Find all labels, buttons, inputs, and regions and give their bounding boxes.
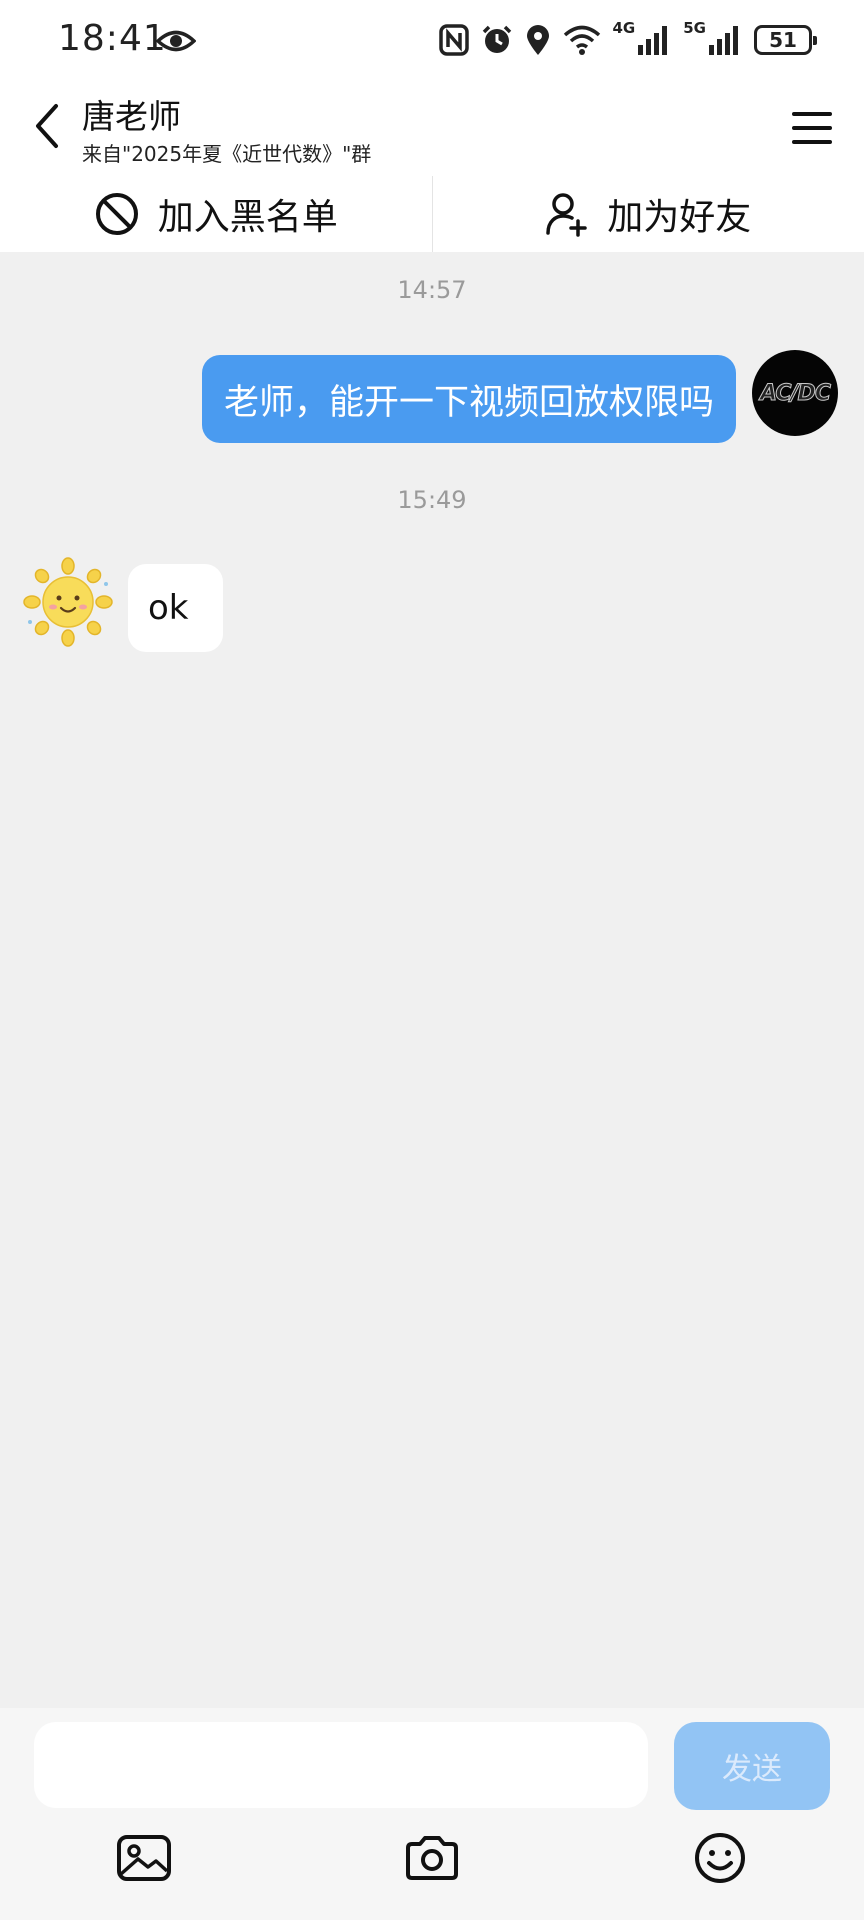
contact-name: 唐老师 (82, 97, 181, 136)
status-time: 18:41 (58, 18, 167, 59)
status-icons: 4G 5G 51 (438, 18, 817, 62)
status-bar: 18:41 4G 5G 51 (0, 0, 864, 80)
image-icon (117, 1835, 171, 1881)
network-4g-label: 4G (612, 19, 636, 37)
menu-button[interactable] (786, 102, 838, 154)
battery-icon: 51 (754, 25, 817, 55)
nfc-icon (438, 24, 469, 56)
chat-area[interactable]: 14:57 老师，能开一下视频回放权限吗 AC/DC 15:49 ok (0, 252, 864, 1708)
chevron-left-icon (36, 104, 58, 148)
menu-icon (792, 112, 832, 144)
add-user-icon (546, 193, 587, 237)
send-button[interactable]: 发送 (674, 1722, 830, 1810)
emoji-button[interactable] (688, 1826, 752, 1890)
message-timestamp: 14:57 (397, 276, 467, 304)
image-button[interactable] (112, 1826, 176, 1890)
outgoing-message-bubble[interactable]: 老师，能开一下视频回放权限吗 (201, 355, 736, 443)
add-friend-button[interactable]: 加为好友 (433, 176, 864, 252)
block-icon (95, 193, 138, 235)
signal-5g-icon (709, 26, 738, 55)
signal-4g-icon (638, 26, 668, 55)
battery-level: 51 (769, 28, 797, 52)
alarm-icon (482, 25, 511, 53)
avatar[interactable]: AC/DC (752, 350, 838, 436)
avatar-logo-text: AC/DC (760, 380, 832, 406)
location-icon (526, 25, 549, 55)
camera-button[interactable] (400, 1826, 464, 1890)
emoji-icon (695, 1833, 745, 1883)
blacklist-label: 加入黑名单 (157, 197, 338, 238)
eye-icon (156, 30, 196, 52)
input-area: 发送 (0, 1708, 864, 1920)
message-timestamp: 15:49 (397, 486, 467, 514)
wifi-icon (563, 25, 600, 55)
contact-source: 来自"2025年夏《近世代数》"群 (82, 142, 372, 166)
incoming-message-bubble[interactable]: ok (128, 564, 223, 652)
back-button[interactable] (22, 96, 72, 156)
camera-icon (406, 1836, 458, 1880)
add-friend-label: 加为好友 (607, 197, 752, 238)
action-bar: 加入黑名单 加为好友 (0, 176, 864, 252)
chat-header: 唐老师 来自"2025年夏《近世代数》"群 (0, 80, 864, 176)
blacklist-button[interactable]: 加入黑名单 (0, 176, 432, 252)
message-input[interactable] (34, 1722, 648, 1808)
sun-avatar[interactable] (22, 556, 114, 648)
network-5g-label: 5G (683, 19, 706, 37)
